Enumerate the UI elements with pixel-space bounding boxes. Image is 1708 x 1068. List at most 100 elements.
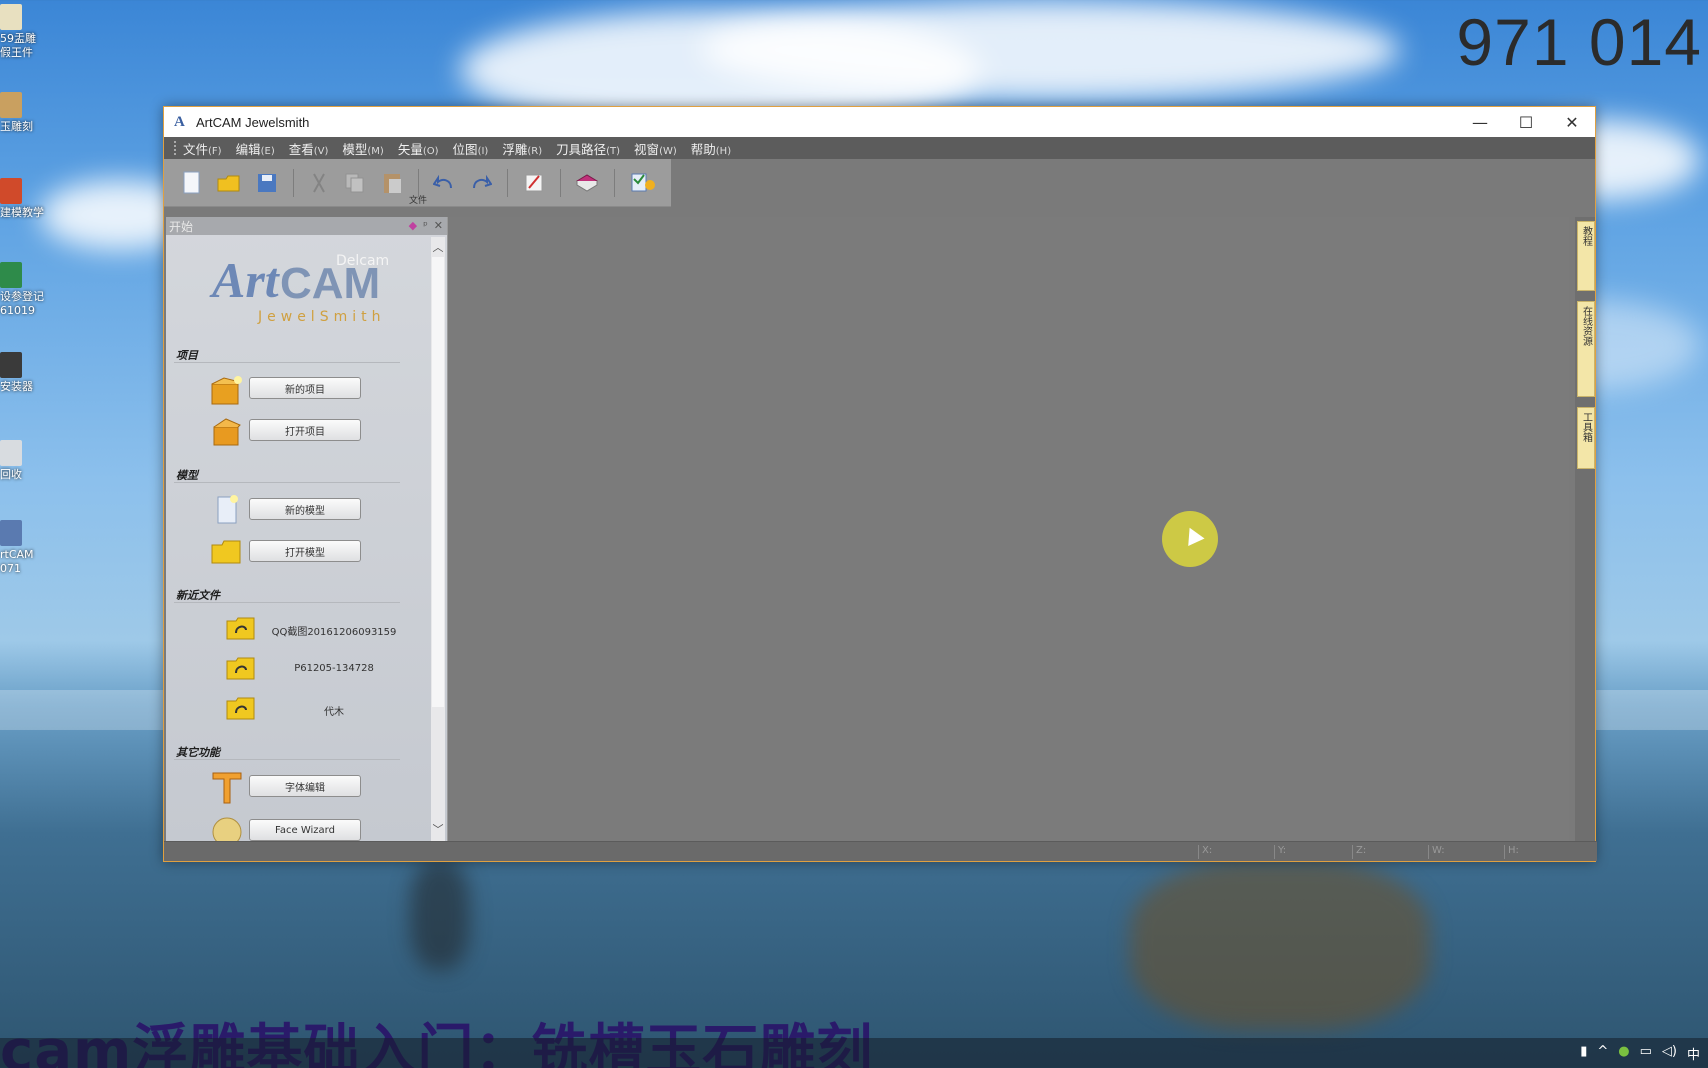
ime-indicator[interactable]: 中 xyxy=(1687,1044,1700,1063)
open-project-button[interactable]: 打开项目 xyxy=(249,419,361,441)
open-model-icon xyxy=(210,535,242,567)
artcam-shortcut-icon xyxy=(0,520,22,546)
window-title: ArtCAM Jewelsmith xyxy=(196,114,310,130)
side-tab-strip: 教程 在线资源 工具箱 xyxy=(1575,217,1595,841)
tab-tutorial[interactable]: 教程 xyxy=(1577,221,1595,291)
artcam-icon: A xyxy=(174,114,185,130)
desktop-icon-6[interactable]: 回收 xyxy=(0,440,44,482)
new-model-button[interactable]: 新的模型 xyxy=(249,498,361,520)
open-model-button[interactable]: 打开模型 xyxy=(249,540,361,562)
status-z: Z: xyxy=(1352,845,1366,859)
minimize-button[interactable]: — xyxy=(1457,107,1503,137)
watermark-number: 971 014 xyxy=(1456,5,1702,79)
system-tray: ▮ ^ ● ▭ ◁) 中 xyxy=(1580,1044,1700,1063)
archive-icon xyxy=(0,92,22,118)
panel-controls: ◆ ᵖ ✕ xyxy=(409,219,443,232)
toolbar-separator xyxy=(293,168,294,197)
recent-file-2[interactable]: P61205-134728 xyxy=(264,663,404,674)
open-folder-icon[interactable] xyxy=(217,170,241,196)
panel-close-icon[interactable]: ✕ xyxy=(434,219,443,232)
recent-file-1[interactable]: QQ截图20161206093159 xyxy=(264,623,404,638)
face-wizard-button[interactable]: Face Wizard xyxy=(249,819,361,841)
scroll-thumb[interactable] xyxy=(432,257,444,707)
start-panel: 开始 ◆ ᵖ ✕ Art CAM Delcam JewelSmith 项目 新的… xyxy=(166,217,448,841)
window-controls: — ☐ ✕ xyxy=(1457,107,1595,137)
menu-file[interactable]: 文件(F) xyxy=(183,139,222,158)
menu-vector[interactable]: 矢量(O) xyxy=(398,139,439,158)
paste-icon[interactable] xyxy=(381,170,403,196)
section-other: 其它功能 xyxy=(176,746,220,759)
recent-file-icon xyxy=(226,695,256,721)
installer-icon xyxy=(0,352,22,378)
wizard-icon[interactable] xyxy=(630,170,656,196)
recent-file-icon xyxy=(226,615,256,641)
title-bar[interactable]: A ArtCAM Jewelsmith — ☐ ✕ xyxy=(164,107,1595,137)
edit-icon[interactable] xyxy=(523,170,545,196)
file-toolbar: 文件 xyxy=(164,159,671,207)
document-icon xyxy=(0,4,22,30)
section-divider xyxy=(174,362,400,363)
toolbar-separator xyxy=(507,168,508,197)
menu-view[interactable]: 查看(V) xyxy=(289,139,329,158)
undo-icon[interactable] xyxy=(433,170,455,196)
copy-icon[interactable] xyxy=(344,170,366,196)
logo-art: Art xyxy=(212,252,279,308)
shield-icon[interactable]: ● xyxy=(1618,1044,1629,1063)
volume-icon[interactable]: ◁) xyxy=(1662,1044,1677,1063)
panel-header: 开始 ◆ ᵖ ✕ xyxy=(166,217,447,235)
new-project-button[interactable]: 新的项目 xyxy=(249,377,361,399)
logo-jewelsmith: JewelSmith xyxy=(258,309,386,325)
desktop-icon-3[interactable]: 建模教学 xyxy=(0,178,44,220)
new-file-icon[interactable] xyxy=(182,170,202,196)
desktop-icon-4[interactable]: 设参登记 61019 xyxy=(0,262,44,318)
network-icon[interactable]: ▭ xyxy=(1640,1044,1652,1063)
dock-icon[interactable]: ᵖ xyxy=(423,219,428,232)
redo-icon[interactable] xyxy=(470,170,493,196)
section-divider xyxy=(174,602,400,603)
status-bar: X: Y: Z: W: H: xyxy=(164,841,1597,861)
scroll-up-icon[interactable]: ︿ xyxy=(431,239,445,257)
desktop-icon-7[interactable]: rtCAM 071 xyxy=(0,520,44,576)
maximize-button[interactable]: ☐ xyxy=(1503,107,1549,137)
artcam-logo: Art CAM Delcam JewelSmith xyxy=(208,245,408,325)
desktop-icon-5[interactable]: 安装器 xyxy=(0,352,44,394)
logo-delcam: Delcam xyxy=(336,253,390,269)
menu-model[interactable]: 模型(M) xyxy=(342,139,383,158)
taskbar: ▮ ^ ● ▭ ◁) 中 xyxy=(0,1038,1708,1068)
status-x: X: xyxy=(1198,845,1212,859)
scroll-down-icon[interactable]: ﹀ xyxy=(431,821,445,839)
recent-file-3[interactable]: 代木 xyxy=(264,703,404,718)
menu-edit[interactable]: 编辑(E) xyxy=(236,139,275,158)
battery-icon[interactable]: ▮ xyxy=(1580,1044,1587,1063)
toolbar-separator xyxy=(559,168,561,197)
book-icon[interactable] xyxy=(575,170,599,196)
panel-scrollbar[interactable]: ︿ ﹀ xyxy=(431,237,445,841)
new-project-icon xyxy=(210,374,242,406)
menu-help[interactable]: 帮助(H) xyxy=(691,139,731,158)
recycle-bin-icon xyxy=(0,440,22,466)
menu-bitmap[interactable]: 位图(I) xyxy=(453,139,489,158)
spreadsheet-icon xyxy=(0,262,22,288)
save-icon[interactable] xyxy=(256,170,278,196)
presentation-icon xyxy=(0,178,22,204)
desktop-icon-2[interactable]: 玉雕刻 xyxy=(0,92,44,134)
section-model: 模型 xyxy=(176,469,198,482)
close-button[interactable]: ✕ xyxy=(1549,107,1595,137)
menu-window[interactable]: 视窗(W) xyxy=(634,139,677,158)
font-editor-button[interactable]: 字体编辑 xyxy=(249,775,361,797)
tab-online-resources[interactable]: 在线资源 xyxy=(1577,301,1595,397)
main-workspace[interactable] xyxy=(449,217,1569,841)
tab-toolbox[interactable]: 工具箱 xyxy=(1577,407,1595,469)
menu-toolpaths[interactable]: 刀具路径(T) xyxy=(556,139,620,158)
cut-icon[interactable] xyxy=(309,170,329,196)
recent-file-icon xyxy=(226,655,256,681)
section-recent: 新近文件 xyxy=(176,589,220,602)
menu-relief[interactable]: 浮雕(R) xyxy=(502,139,542,158)
section-project: 项目 xyxy=(176,349,198,362)
desktop-icon-1[interactable]: 59盂雕 假王件 xyxy=(0,4,44,60)
menubar-grip-icon[interactable] xyxy=(174,141,177,155)
chevron-up-icon[interactable]: ^ xyxy=(1597,1044,1608,1063)
pin-icon[interactable]: ◆ xyxy=(409,219,417,232)
section-divider xyxy=(174,759,400,760)
status-w: W: xyxy=(1428,845,1445,859)
